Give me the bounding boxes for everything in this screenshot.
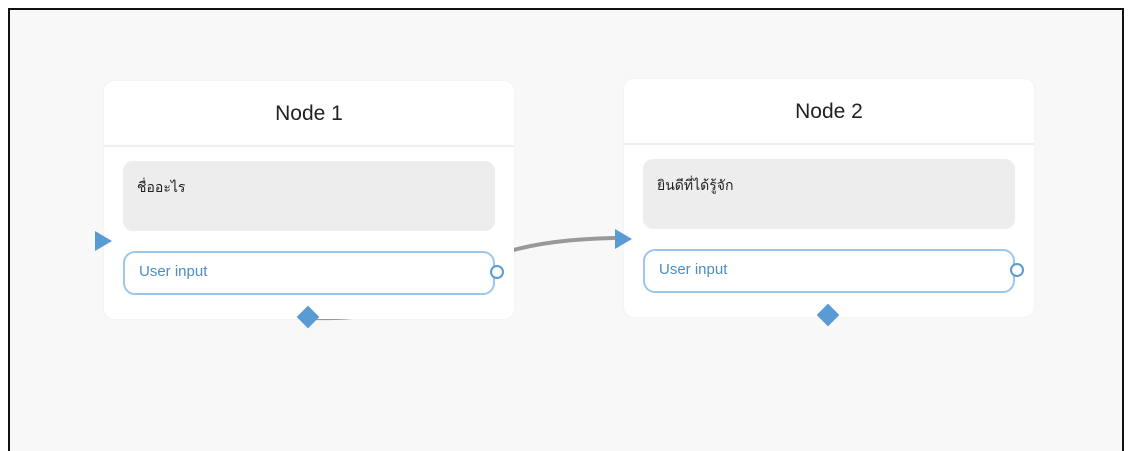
user-input-field[interactable]: User input [643, 249, 1024, 293]
node-1[interactable]: Node 1 ชื่ออะไร User input [95, 81, 514, 329]
next-port-icon[interactable] [296, 305, 320, 329]
message-box[interactable]: ยินดีที่ได้รู้จัก [643, 159, 1015, 229]
output-port-icon[interactable] [1010, 263, 1024, 277]
user-input-label: User input [659, 261, 728, 278]
user-input-field[interactable]: User input [123, 251, 504, 295]
next-port-icon[interactable] [816, 303, 840, 327]
node-2[interactable]: Node 2 ยินดีที่ได้รู้จัก User input [615, 79, 1034, 327]
user-input-label: User input [139, 263, 208, 280]
input-port-icon[interactable] [95, 231, 112, 251]
flow-canvas[interactable]: Node 1 ชื่ออะไร User input Node 2 ยินดีท… [8, 8, 1124, 451]
input-port-icon[interactable] [615, 229, 632, 249]
output-port-icon[interactable] [490, 265, 504, 279]
node-title: Node 2 [624, 79, 1034, 145]
message-box[interactable]: ชื่ออะไร [123, 161, 495, 231]
node-title: Node 1 [104, 81, 514, 147]
